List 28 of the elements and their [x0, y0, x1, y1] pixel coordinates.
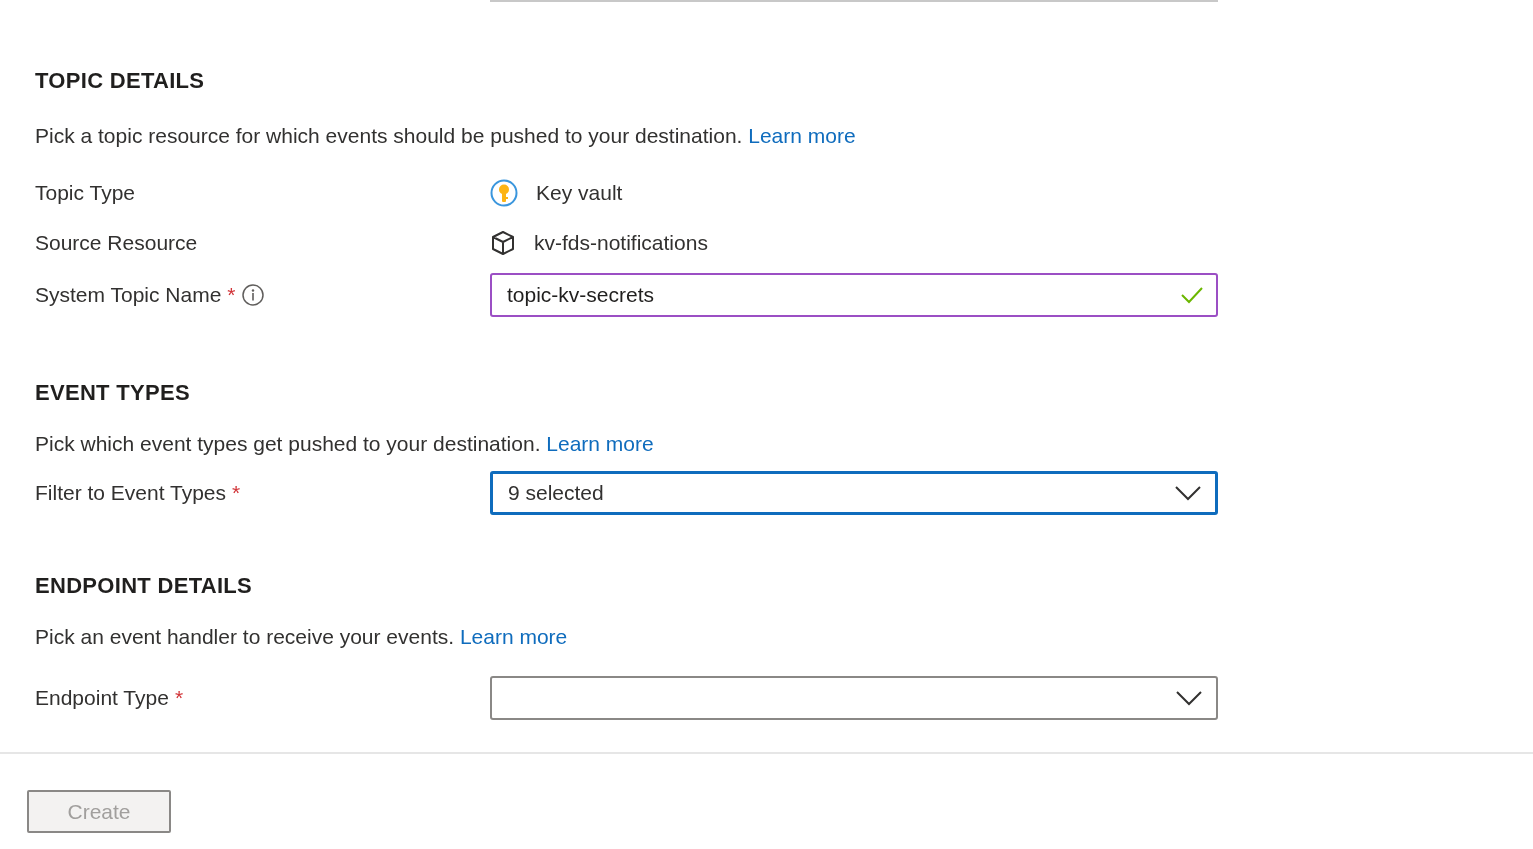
- section-description: Pick an event handler to receive your events. Learn more: [35, 624, 569, 651]
- section-description: Pick which event types get pushed to your destination. Learn more: [35, 431, 655, 458]
- field-label: System Topic Name: [35, 282, 222, 309]
- checkmark-icon: [1180, 285, 1204, 304]
- section-heading: EVENT TYPES: [35, 379, 191, 407]
- learn-more-link[interactable]: Learn more: [459, 625, 568, 649]
- field-label: Filter to Event Types: [35, 480, 227, 507]
- dropdown[interactable]: 9 selected: [490, 470, 1218, 515]
- field-value: Key vault: [536, 180, 623, 207]
- chevron-down-icon: [1176, 689, 1202, 706]
- info-icon[interactable]: [241, 283, 264, 306]
- cube-icon: [490, 229, 516, 256]
- field-label: Source Resource: [35, 230, 198, 257]
- learn-more-link[interactable]: Learn more: [748, 124, 856, 148]
- required-asterisk: *: [232, 480, 241, 507]
- field-value: kv-fds-notifications: [534, 230, 708, 257]
- section-heading: TOPIC DETAILS: [35, 68, 206, 95]
- dropdown[interactable]: [490, 675, 1218, 720]
- field-label: Endpoint Type: [35, 684, 169, 711]
- required-asterisk: *: [227, 282, 236, 309]
- field-label: Topic Type: [35, 180, 135, 207]
- section-description: Pick a topic resource for which events should be pushed to your destination. Learn more: [35, 123, 857, 150]
- learn-more-link[interactable]: Learn more: [546, 432, 654, 456]
- section-heading: ENDPOINT DETAILS: [35, 572, 254, 600]
- text-field[interactable]: topic-kv-secrets: [490, 272, 1218, 317]
- key-icon: [490, 178, 518, 207]
- chevron-down-icon: [1175, 484, 1201, 501]
- required-asterisk: *: [174, 684, 184, 711]
